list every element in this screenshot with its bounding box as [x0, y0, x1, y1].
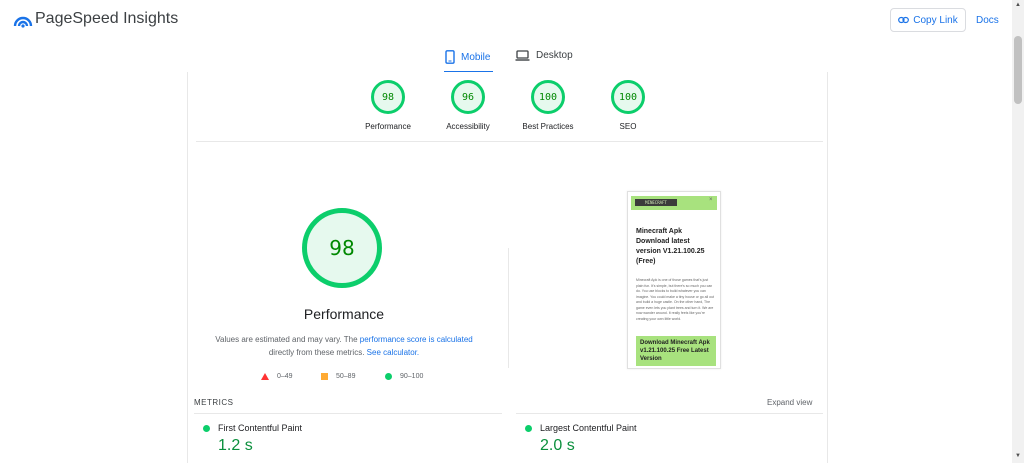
- gauge-label: SEO: [619, 122, 637, 131]
- laptop-icon: [515, 50, 530, 61]
- gauge-label: Performance: [365, 122, 411, 131]
- pass-circle-icon: [203, 424, 210, 432]
- tab-desktop[interactable]: Desktop: [515, 50, 573, 61]
- gauge-seo[interactable]: 100 SEO: [588, 80, 668, 131]
- app-title: PageSpeed Insights: [35, 10, 179, 27]
- pass-circle-icon: [385, 373, 392, 380]
- legend-average: 50–89: [321, 373, 355, 380]
- metric-name: Largest Contentful Paint: [540, 423, 637, 433]
- score-legend: 0–49 50–89 90–100: [258, 373, 458, 385]
- gauge-performance[interactable]: 98 Performance: [348, 80, 428, 131]
- note-text: Values are estimated and may vary. The: [215, 335, 360, 344]
- performance-gauge: 98: [302, 208, 382, 288]
- see-calculator-link[interactable]: See calculator.: [367, 348, 419, 357]
- docs-link[interactable]: Docs: [976, 15, 999, 26]
- category-gauges: 98 Performance 96 Accessibility 100 Best…: [188, 72, 829, 142]
- score-note: Values are estimated and may vary. The p…: [208, 333, 480, 359]
- performance-title: Performance: [303, 306, 385, 322]
- link-icon: [898, 16, 910, 24]
- gauge-label: Best Practices: [522, 122, 574, 131]
- preview-close-icon: ×: [709, 197, 713, 203]
- score-ring: 100: [531, 80, 565, 114]
- final-screenshot: MINECRAFT × Minecraft Apk Download lates…: [627, 191, 721, 369]
- metrics-heading: METRICS: [194, 398, 234, 407]
- note-text-2: directly from these metrics.: [268, 348, 367, 357]
- legend-range: 50–89: [336, 373, 356, 380]
- vertical-divider: [508, 248, 509, 368]
- tab-desktop-label: Desktop: [536, 50, 573, 61]
- legend-range: 90–100: [400, 373, 424, 380]
- score-ring: 96: [451, 80, 485, 114]
- gauge-best-practices[interactable]: 100 Best Practices: [508, 80, 588, 131]
- score-ring: 98: [371, 80, 405, 114]
- copy-link-button[interactable]: Copy Link: [890, 8, 966, 32]
- tab-mobile-label: Mobile: [461, 51, 491, 63]
- gauge-label: Accessibility: [446, 122, 490, 131]
- average-square-icon: [321, 373, 328, 380]
- divider: [196, 141, 823, 142]
- device-tabs: Mobile Desktop: [0, 46, 1012, 74]
- divider: [194, 413, 502, 414]
- performance-score-link[interactable]: performance score is calculated: [360, 335, 473, 344]
- metric-name: First Contentful Paint: [218, 423, 303, 433]
- preview-title: Minecraft Apk Download latest version V1…: [636, 228, 705, 265]
- metric-value: 2.0 s: [540, 437, 575, 454]
- legend-fail: 0–49: [261, 373, 293, 380]
- score-ring: 100: [611, 80, 645, 114]
- divider: [516, 413, 823, 414]
- metric-lcp: Largest Contentful Paint 2.0 s: [525, 423, 637, 455]
- scroll-down-arrow-icon[interactable]: ▼: [1015, 453, 1021, 459]
- pass-circle-icon: [525, 424, 532, 432]
- preview-logo: MINECRAFT: [635, 199, 677, 206]
- scroll-thumb[interactable]: [1014, 36, 1022, 104]
- report-panel: 98 Performance 96 Accessibility 100 Best…: [187, 72, 828, 463]
- legend-pass: 90–100: [385, 373, 423, 380]
- preview-download-button: Download Minecraft Apk v1.21.100.25 Free…: [636, 336, 716, 366]
- smartphone-icon: [445, 50, 455, 64]
- expand-view-toggle[interactable]: Expand view: [767, 398, 812, 407]
- fail-triangle-icon: [261, 373, 269, 380]
- metric-fcp: First Contentful Paint 1.2 s: [203, 423, 302, 455]
- preview-body: Minecraft Apk is one of those games that…: [636, 278, 715, 321]
- tab-mobile[interactable]: Mobile: [445, 50, 490, 64]
- metric-value: 1.2 s: [218, 437, 253, 454]
- pagespeed-logo-icon: [13, 16, 33, 28]
- top-bar: PageSpeed Insights Copy Link Docs: [0, 0, 1012, 40]
- scrollbar[interactable]: ▲ ▼: [1012, 0, 1024, 463]
- preview-header: MINECRAFT ×: [631, 196, 717, 210]
- scroll-up-arrow-icon[interactable]: ▲: [1015, 2, 1021, 8]
- legend-range: 0–49: [277, 373, 293, 380]
- gauge-accessibility[interactable]: 96 Accessibility: [428, 80, 508, 131]
- performance-score: 98: [302, 208, 382, 288]
- copy-link-label: Copy Link: [913, 14, 958, 26]
